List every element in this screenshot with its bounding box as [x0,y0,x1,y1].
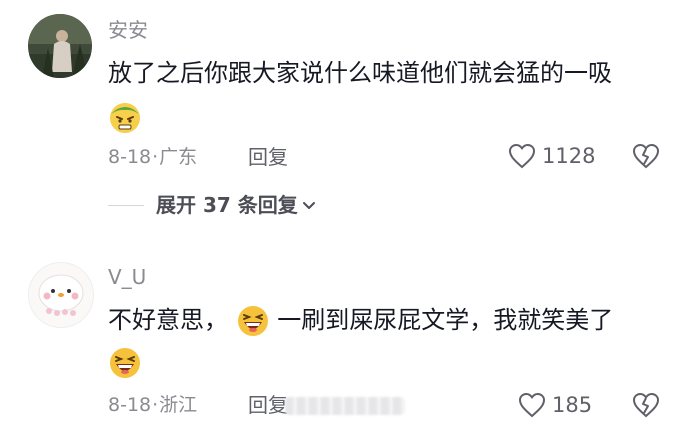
comment-text: 不好意思， 一刷到屎尿屁文学，我就笑美了 [108,303,613,338]
username[interactable]: 安安 [108,18,148,42]
reply-button[interactable]: 回复 [248,145,288,169]
username[interactable]: V_U [108,265,146,289]
laughing-emoji-icon [108,346,142,380]
comment-text-part1: 不好意思， [108,306,228,334]
meta-separator: · [152,146,159,168]
emoji-row [108,346,142,380]
broken-heart-icon [632,392,660,418]
broken-heart-icon [632,143,660,169]
comment-location: 浙江 [159,394,198,416]
comment-meta: 8-18·浙江 回复 [108,393,288,417]
dislike-button[interactable] [632,392,660,420]
chevron-down-icon [302,202,315,209]
like-count: 1128 [542,144,596,168]
avatar[interactable] [28,262,94,328]
meta-separator: · [152,394,159,416]
grimace-emoji-icon [108,100,142,134]
like-button[interactable]: 185 [518,392,592,418]
comment-meta: 8-18·广东 回复 [108,145,288,169]
expand-replies-button[interactable]: 展开 37 条回复 [108,193,316,217]
watermark [285,397,405,415]
dislike-button[interactable] [632,143,660,171]
emoji-row [108,100,142,134]
divider-line [108,204,144,206]
expand-replies-label: 展开 37 条回复 [156,193,298,217]
comment-date: 8-18 [108,146,152,168]
comment-date: 8-18 [108,394,152,416]
comment-location: 广东 [159,146,198,168]
like-button[interactable]: 1128 [508,143,595,169]
reply-button[interactable]: 回复 [248,393,288,417]
avatar[interactable] [28,14,92,78]
comment-text: 放了之后你跟大家说什么味道他们就会猛的一吸 [108,59,612,87]
like-count: 185 [552,393,593,417]
heart-icon [518,392,546,418]
laughing-emoji-icon [236,304,270,338]
heart-icon [508,143,536,169]
comment-text-part2: 一刷到屎尿屁文学，我就笑美了 [277,306,614,334]
